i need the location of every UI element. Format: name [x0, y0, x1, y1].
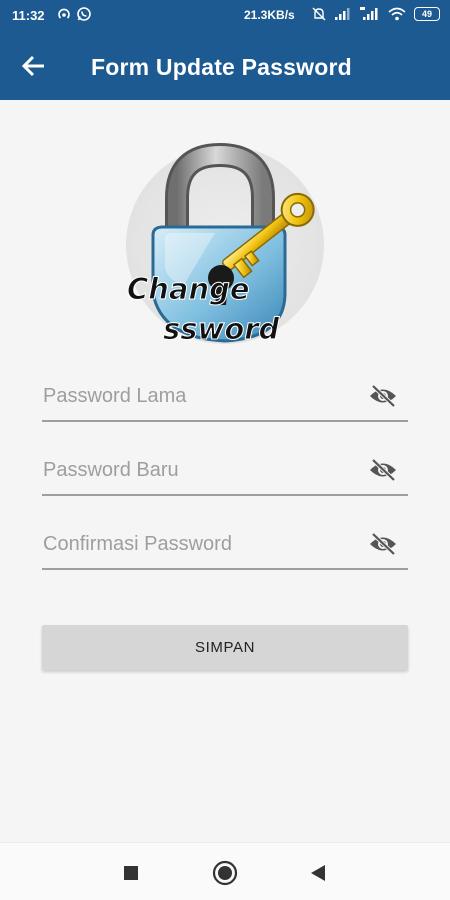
eye-off-icon [370, 458, 396, 482]
old-password-field [42, 372, 408, 422]
mute-icon [312, 7, 326, 21]
hotspot-icon [58, 8, 70, 19]
status-time: 11:32 [12, 8, 45, 23]
new-password-field [42, 446, 408, 496]
recents-button[interactable] [118, 860, 144, 886]
home-circle-icon [212, 860, 238, 886]
confirm-password-input[interactable] [42, 528, 352, 560]
recents-square-icon [124, 866, 138, 880]
confirm-password-field [42, 520, 408, 570]
status-right-icons: 49 [312, 6, 440, 22]
old-password-visibility-toggle[interactable] [368, 384, 398, 408]
change-password-lock-illustration: Change ssword [126, 143, 324, 347]
home-button[interactable] [212, 860, 238, 886]
status-bar: 11:32 21.3KB/s 49 [0, 0, 450, 32]
status-left-icons [56, 6, 92, 22]
whatsapp-icon [77, 7, 91, 21]
system-nav-bar [0, 842, 450, 900]
save-button[interactable]: SIMPAN [42, 625, 408, 670]
main-content: Change ssword SIMPAN [0, 100, 450, 842]
signal-icon [360, 7, 378, 20]
network-speed: 21.3KB/s [244, 8, 295, 22]
arrow-left-icon [21, 55, 44, 77]
new-password-input[interactable] [42, 454, 352, 486]
new-password-visibility-toggle[interactable] [368, 458, 398, 482]
app-bar: Form Update Password [0, 32, 450, 100]
illustration-text-line2: ssword [163, 312, 280, 346]
nav-back-button[interactable] [305, 860, 331, 886]
wifi-icon [388, 7, 406, 21]
eye-off-icon [370, 384, 396, 408]
back-triangle-icon [311, 865, 325, 881]
eye-off-icon [370, 532, 396, 556]
back-button[interactable] [18, 52, 50, 80]
battery-icon: 49 [414, 7, 440, 21]
confirm-password-visibility-toggle[interactable] [368, 532, 398, 556]
old-password-input[interactable] [42, 380, 352, 412]
illustration-text-line1: Change [127, 272, 250, 306]
signal-icon [335, 8, 350, 20]
page-title: Form Update Password [91, 54, 352, 80]
